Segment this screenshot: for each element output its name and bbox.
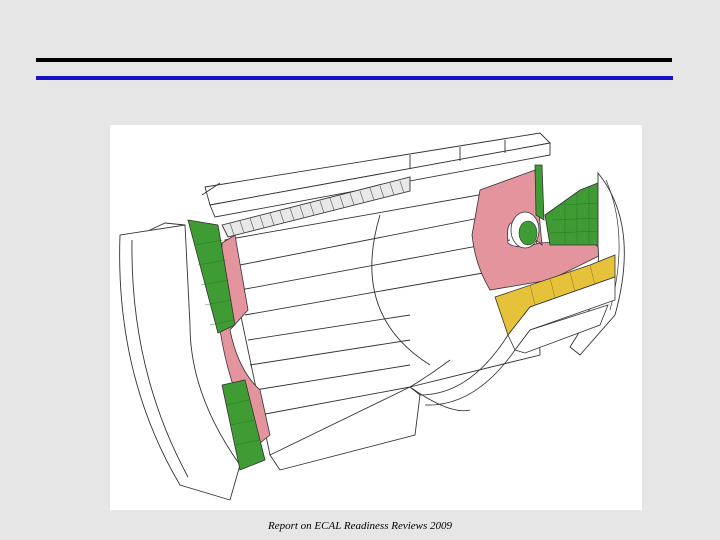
ecal-cutaway-figure bbox=[110, 125, 642, 510]
ecal-cutaway-drawing bbox=[119, 132, 625, 501]
right-preshower bbox=[534, 164, 545, 221]
slide-footer: Report on ECAL Readiness Reviews 2009 bbox=[267, 520, 453, 532]
accent-rule bbox=[36, 76, 673, 80]
top-rule bbox=[36, 58, 672, 62]
